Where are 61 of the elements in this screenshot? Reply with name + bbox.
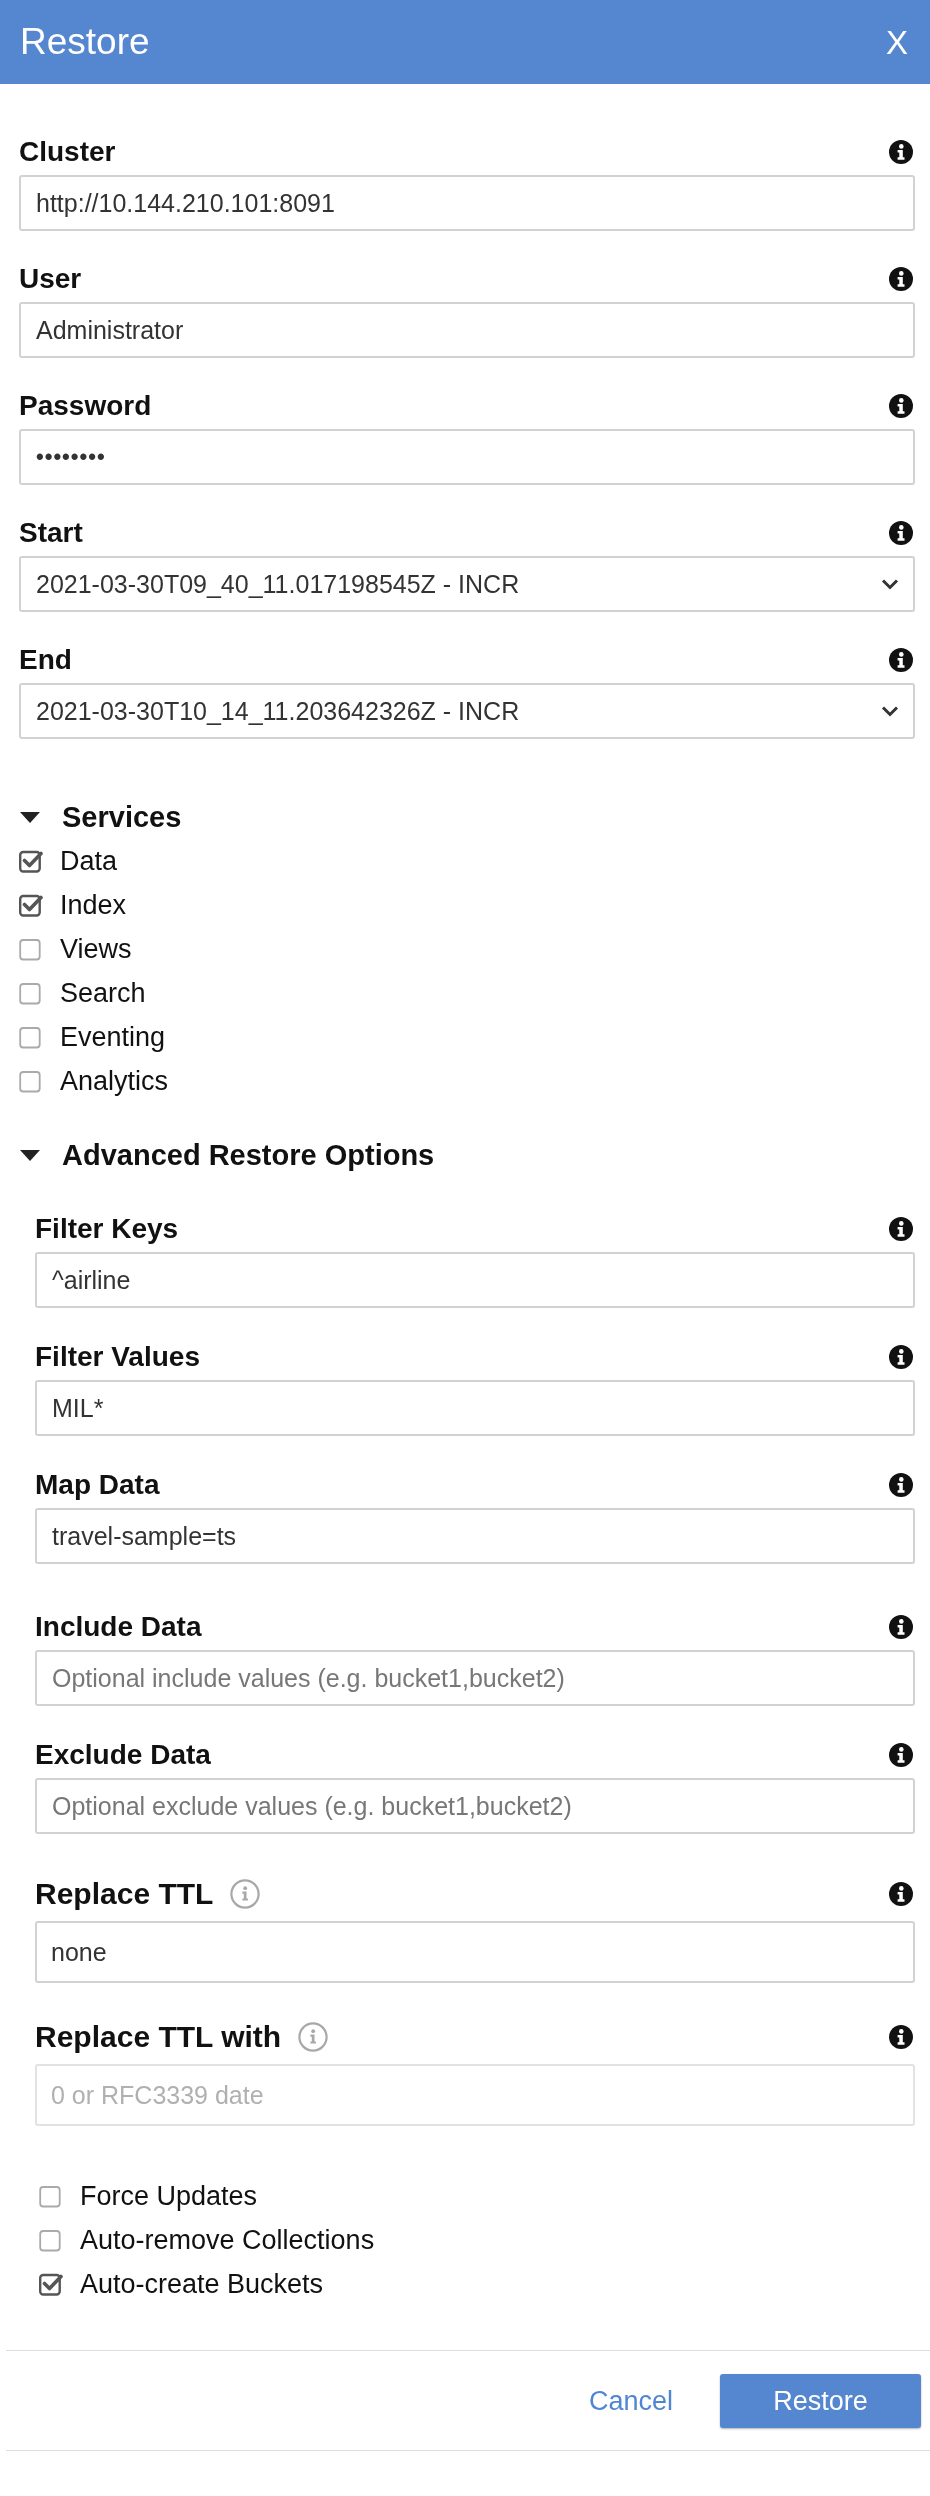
checkbox-label: Eventing	[60, 1021, 166, 1053]
field-label: Start	[19, 516, 83, 550]
dropdown-select[interactable]: 2021-03-30T10_14_11.203642326Z - INCR	[19, 683, 915, 739]
checkbox[interactable]	[39, 2184, 63, 2208]
checkbox-label: Analytics	[60, 1065, 169, 1097]
field-label: User	[19, 262, 82, 296]
checkbox[interactable]	[39, 2272, 63, 2296]
checkbox[interactable]	[19, 981, 43, 1005]
text-input[interactable]: MIL*	[35, 1380, 915, 1436]
checkbox[interactable]	[19, 1069, 43, 1093]
checkbox[interactable]	[19, 937, 43, 961]
text-input[interactable]: http://10.144.210.101:8091	[19, 175, 915, 231]
text-input[interactable]: none	[35, 1921, 915, 1983]
info-icon[interactable]	[889, 394, 913, 418]
password-input[interactable]: ••••••••	[19, 429, 915, 485]
text-input[interactable]: Optional include values (e.g. bucket1,bucket2)	[35, 1650, 915, 1706]
chevron-down-icon	[881, 705, 899, 717]
field-label: Filter Values	[35, 1340, 200, 1374]
checkbox[interactable]	[39, 2228, 63, 2252]
field-label: Cluster	[19, 135, 116, 169]
text-input[interactable]: travel-sample=ts	[35, 1508, 915, 1564]
checkbox[interactable]	[19, 849, 43, 873]
checkbox-label: Search	[60, 977, 146, 1009]
section-toggle[interactable]: Services	[19, 799, 182, 835]
info-icon[interactable]	[889, 648, 913, 672]
info-icon[interactable]	[889, 1217, 913, 1241]
checkbox[interactable]	[19, 1025, 43, 1049]
info-icon[interactable]	[889, 2025, 913, 2049]
info-icon[interactable]	[889, 1743, 913, 1767]
checkbox-label: Auto-remove Collections	[80, 2224, 375, 2256]
cancel-button[interactable]: Cancel	[568, 2377, 693, 2425]
chevron-down-icon	[881, 578, 899, 590]
info-icon[interactable]	[889, 521, 913, 545]
field-label: Replace TTL	[35, 1876, 214, 1912]
info-icon[interactable]	[889, 1473, 913, 1497]
section-toggle[interactable]: Advanced Restore Options	[19, 1137, 435, 1173]
field-label: Password	[19, 389, 152, 423]
checkbox-label: Auto-create Buckets	[80, 2268, 324, 2300]
text-input[interactable]: ^airline	[35, 1252, 915, 1308]
dialog-title: Restore	[20, 21, 150, 63]
field-label: Include Data	[35, 1610, 202, 1644]
info-icon[interactable]	[889, 140, 913, 164]
info-icon[interactable]	[889, 1615, 913, 1639]
info-icon[interactable]	[889, 1882, 913, 1906]
close-button[interactable]: X	[886, 25, 908, 59]
checkbox[interactable]	[19, 893, 43, 917]
text-input[interactable]: Optional exclude values (e.g. bucket1,bucket2)	[35, 1778, 915, 1834]
field-label: Map Data	[35, 1468, 160, 1502]
checkbox-label: Views	[60, 933, 132, 965]
info-icon[interactable]	[889, 267, 913, 291]
restore-button[interactable]: Restore	[720, 2374, 921, 2428]
checkbox-label: Index	[60, 889, 127, 921]
info-icon[interactable]	[889, 1345, 913, 1369]
dropdown-select[interactable]: 2021-03-30T09_40_11.017198545Z - INCR	[19, 556, 915, 612]
text-input[interactable]: Administrator	[19, 302, 915, 358]
field-label: Exclude Data	[35, 1738, 211, 1772]
field-label: Replace TTL with	[35, 2019, 282, 2055]
checkbox-label: Data	[60, 845, 118, 877]
field-label: Filter Keys	[35, 1212, 179, 1246]
field-label: End	[19, 643, 72, 677]
checkbox-label: Force Updates	[80, 2180, 258, 2212]
